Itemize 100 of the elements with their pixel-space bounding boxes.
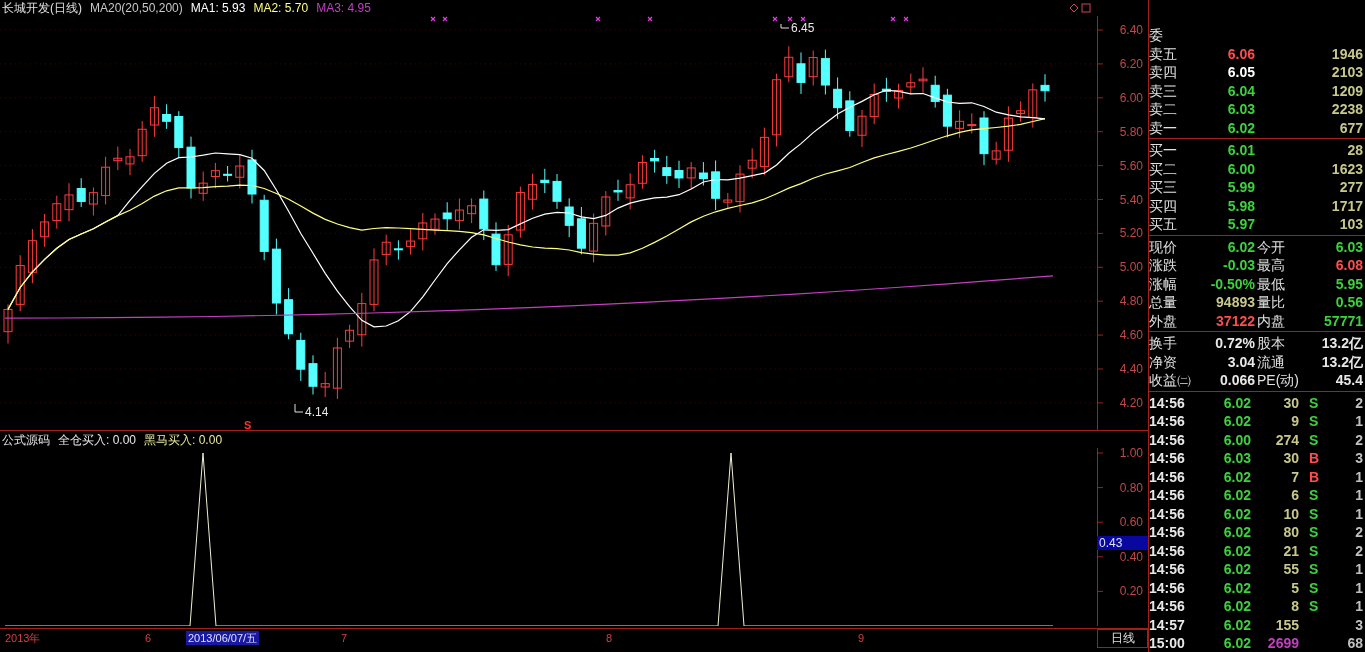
stat-label: 外盘	[1149, 311, 1178, 330]
trade-volume: 274	[1274, 430, 1300, 449]
stat-value: 57771	[1323, 311, 1364, 330]
order-price: 6.05	[1226, 63, 1256, 82]
candlestick	[442, 201, 452, 231]
trade-volume: 155	[1274, 615, 1300, 634]
period-label[interactable]: 日线	[1097, 629, 1148, 648]
candlestick	[186, 136, 196, 199]
trade-side: B	[1308, 467, 1321, 486]
price-tick-label: 5.20	[1119, 226, 1143, 241]
trade-volume: 10	[1282, 504, 1300, 523]
candlestick	[88, 186, 98, 217]
order-ratio-label: 委	[1149, 26, 1164, 45]
trade-count: 1	[1354, 412, 1364, 431]
trade-side: S	[1308, 541, 1320, 560]
price-tick-label: 4.20	[1119, 395, 1143, 410]
trade-side: S	[1308, 486, 1320, 505]
stat-label: 总量	[1149, 293, 1178, 312]
trade-count: 68	[1346, 634, 1364, 652]
indicator-value: 全仓买入: 0.00	[58, 432, 137, 448]
trade-time: 14:57	[1149, 615, 1186, 634]
candlestick	[735, 164, 745, 213]
trade-side: S	[1308, 430, 1320, 449]
candlestick	[979, 110, 989, 166]
candlestick	[1003, 105, 1013, 163]
trade-side: S	[1308, 504, 1320, 523]
trade-count: 1	[1354, 560, 1364, 579]
candlestick	[15, 254, 25, 312]
candlestick	[40, 213, 50, 248]
candlestick	[845, 90, 855, 138]
stat-value: 0.56	[1334, 293, 1364, 312]
order-level-label: 买一	[1149, 141, 1178, 160]
trade-time: 14:56	[1149, 504, 1186, 523]
candlestick	[308, 354, 318, 395]
chart-controls-icon[interactable]	[1070, 3, 1094, 13]
candlestick	[650, 149, 660, 174]
trade-count: 1	[1354, 504, 1364, 523]
cross-marker-icon	[595, 16, 601, 22]
candlestick	[528, 173, 538, 211]
trade-volume: 9	[1290, 412, 1300, 431]
trade-time: 14:56	[1149, 541, 1186, 560]
trade-time: 14:56	[1149, 523, 1186, 542]
candlestick	[418, 212, 428, 251]
candlestick	[918, 66, 928, 94]
candlestick	[906, 73, 916, 96]
candlestick	[564, 197, 574, 238]
trade-time: 14:56	[1149, 486, 1186, 505]
candlestick	[406, 228, 416, 256]
candlestick	[491, 221, 501, 272]
date-label: 2013/06/07/五	[186, 631, 260, 645]
candlestick	[869, 83, 879, 125]
trade-price: 6.02	[1222, 634, 1252, 652]
order-level-label: 卖五	[1149, 44, 1178, 63]
stat-value: 0.066	[1218, 371, 1256, 390]
candlestick	[759, 127, 769, 176]
price-tick-label: 4.40	[1119, 362, 1143, 376]
candlestick	[942, 88, 952, 138]
order-price: 6.06	[1226, 44, 1256, 63]
trade-side: S	[1308, 523, 1320, 542]
stat-value: 3.04	[1226, 352, 1256, 371]
candlestick	[369, 247, 379, 312]
price-tick-label: 5.40	[1119, 192, 1143, 207]
trade-price: 6.02	[1222, 541, 1252, 560]
stat-label: 流通	[1257, 352, 1286, 371]
trade-count: 3	[1354, 449, 1364, 468]
trade-count: 2	[1354, 541, 1364, 560]
candlestick	[259, 194, 269, 261]
low-price-label: 4.14	[305, 405, 329, 419]
trade-count: 1	[1354, 578, 1364, 597]
trade-time: 14:56	[1149, 560, 1186, 579]
candlestick	[223, 165, 233, 182]
stat-value: 13.2亿	[1320, 334, 1364, 353]
cross-marker-icon	[647, 16, 653, 22]
trade-time: 14:56	[1149, 467, 1186, 486]
order-volume: 28	[1346, 141, 1364, 160]
trade-volume: 2699	[1266, 634, 1300, 652]
stat-label: 涨幅	[1149, 274, 1178, 293]
candlestick	[393, 239, 403, 261]
order-price: 6.04	[1226, 81, 1256, 100]
trade-count: 1	[1354, 486, 1364, 505]
stat-value: 6.02	[1226, 237, 1256, 256]
candlestick	[345, 324, 355, 349]
candlestick	[674, 160, 684, 189]
order-volume: 1717	[1330, 196, 1364, 215]
candlestick	[125, 148, 135, 176]
stat-value: -0.03	[1222, 256, 1256, 275]
candlestick	[747, 147, 757, 179]
candlestick	[808, 50, 818, 87]
order-level-label: 买三	[1149, 178, 1178, 197]
candlestick	[894, 83, 904, 109]
candlestick	[76, 177, 86, 208]
stat-value: 37122	[1215, 311, 1256, 330]
order-level-label: 卖二	[1149, 100, 1178, 119]
order-price: 6.02	[1226, 118, 1256, 137]
trade-price: 6.02	[1222, 615, 1252, 634]
trade-time: 14:56	[1149, 430, 1186, 449]
trade-price: 6.02	[1222, 523, 1252, 542]
stat-value: 13.2亿	[1320, 352, 1364, 371]
value-tick-label: 1.00	[1119, 448, 1143, 460]
candlestick	[576, 206, 586, 255]
